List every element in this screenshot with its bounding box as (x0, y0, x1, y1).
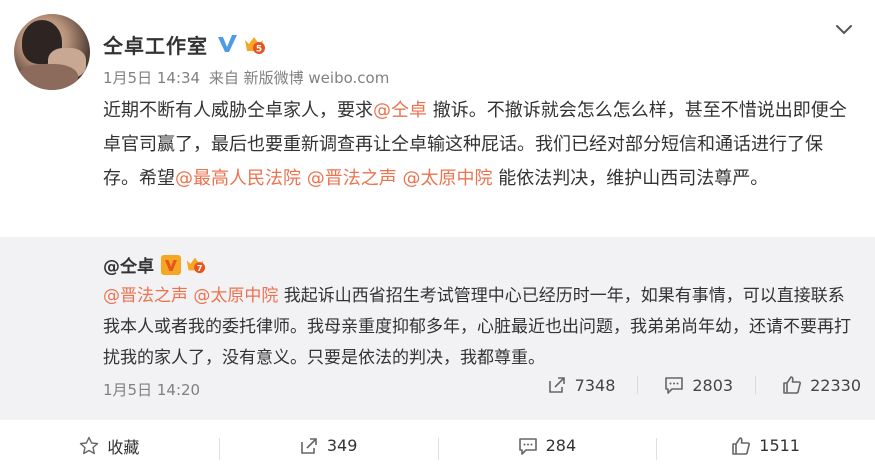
level-crown-icon[interactable]: 7 (184, 253, 206, 275)
post-meta: 1月5日 14:34 来自 新版微博 weibo.com (103, 67, 393, 88)
post-content: 近期不断有人威胁仝卓家人，要求@仝卓 撤诉。不撤诉就会怎么怎么样，甚至不惜说出即… (103, 94, 855, 196)
mention-link[interactable]: @仝卓 (373, 100, 427, 121)
post-source: 来自 新版微博 weibo.com (208, 69, 390, 87)
comment-count: 284 (545, 436, 577, 455)
comment-icon (518, 437, 537, 455)
svg-text:7: 7 (197, 263, 203, 273)
verified-v-icon (216, 33, 238, 55)
author-row: 仝卓工作室 5 (103, 30, 266, 58)
content-text: 近期不断有人威胁仝卓家人，要求 (103, 100, 373, 121)
forward-count: 7348 (574, 375, 616, 395)
mention-link[interactable]: @最高人民法院 (175, 168, 301, 189)
chevron-down-icon[interactable] (835, 22, 853, 36)
content-text: 能依法判决，维护山西司法尊严。 (492, 168, 769, 189)
repost-content: @晋法之声 @太原中院 我起诉山西省招生考试管理中心已经历时一年，如果有事情，可… (103, 281, 855, 374)
thumbs-up-icon (732, 436, 751, 455)
repost-like-button[interactable]: 22330 (782, 375, 861, 395)
forward-button[interactable]: 349 (218, 436, 438, 460)
like-count: 22330 (810, 375, 861, 395)
comment-count: 2803 (692, 375, 734, 395)
like-button[interactable]: 1511 (656, 436, 875, 460)
repost-actions: 7348 2803 22330 (521, 375, 861, 395)
thumbs-up-icon (783, 376, 802, 394)
comment-button[interactable]: 284 (437, 436, 657, 460)
repost-forward-button[interactable]: 7348 (547, 375, 616, 395)
comment-icon (665, 377, 684, 394)
star-icon (80, 436, 99, 454)
verified-v-icon (160, 254, 181, 275)
mention-link[interactable]: @晋法之声 (307, 168, 397, 189)
repost-date[interactable]: 1月5日 14:20 (103, 379, 200, 400)
author-name[interactable]: 仝卓工作室 (103, 30, 208, 59)
forward-icon (301, 437, 317, 454)
post-date[interactable]: 1月5日 14:34 (103, 69, 200, 87)
repost-card[interactable]: @仝卓 7 @晋法之声 @太原中院 我起诉山西省招生考试管理中心已经历时一年，如… (0, 237, 875, 420)
forward-icon (548, 377, 565, 393)
repost-author-name[interactable]: @仝卓 (103, 252, 154, 277)
mention-link[interactable]: @晋法之声 (103, 286, 188, 306)
favorite-label: 收藏 (107, 437, 140, 457)
avatar[interactable] (14, 14, 90, 90)
forward-count: 349 (326, 436, 358, 455)
repost-author-row: @仝卓 7 (103, 251, 206, 277)
favorite-button[interactable]: 收藏 (0, 434, 219, 458)
action-bar: 收藏 349 284 1511 (0, 420, 875, 471)
mention-link[interactable]: @太原中院 (402, 168, 492, 189)
level-crown-icon[interactable]: 5 (242, 32, 266, 56)
repost-comment-button[interactable]: 2803 (664, 375, 733, 395)
svg-text:5: 5 (256, 45, 262, 55)
mention-link[interactable]: @太原中院 (193, 286, 278, 306)
like-count: 1511 (759, 436, 800, 455)
